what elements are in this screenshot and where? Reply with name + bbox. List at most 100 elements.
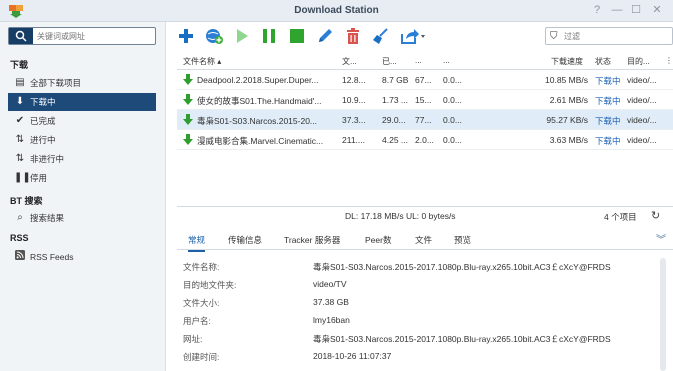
share-icon[interactable] — [400, 27, 426, 45]
tab-tracker[interactable]: Tracker 服务器 — [284, 234, 340, 246]
detail-row: 创建时间: 2018-10-26 11:07:37 — [177, 348, 657, 366]
clear-icon[interactable] — [372, 27, 390, 45]
resume-icon[interactable] — [233, 27, 251, 45]
column-header-speed[interactable]: 下载速度 — [551, 56, 583, 67]
column-header-destination[interactable]: 目的... — [627, 56, 650, 67]
checkmark-icon: ✔ — [15, 115, 25, 126]
search-icon: ⌕ — [17, 212, 23, 223]
detail-scrollbar[interactable] — [660, 258, 666, 371]
add-icon[interactable] — [177, 27, 195, 45]
detail-row: 网址: 毒枭S01-S03.Narcos.2015-2017.1080p.Blu… — [177, 330, 657, 348]
filter-box: ⛉ — [545, 27, 673, 45]
column-header-downloaded[interactable]: 已... — [382, 56, 397, 67]
tab-preview[interactable]: 预览 — [454, 234, 471, 246]
tab-files[interactable]: 文件 — [415, 234, 432, 246]
cell-status: 下载中 — [595, 116, 621, 126]
sidebar-item-label: 进行中 — [30, 135, 56, 145]
detail-value: 毒枭S01-S03.Narcos.2015-2017.1080p.Blu-ray… — [313, 334, 611, 344]
column-menu-icon[interactable]: ⋮ — [665, 56, 673, 65]
detail-key: 文件大小: — [183, 298, 220, 308]
detail-value: video/TV — [313, 279, 347, 289]
detail-value: lmy16ban — [313, 315, 350, 325]
minimize-icon[interactable]: — — [611, 4, 623, 16]
pause-icon[interactable] — [260, 27, 278, 45]
cell-status: 下载中 — [595, 76, 621, 86]
tab-transfer[interactable]: 传输信息 — [228, 234, 262, 246]
cell-speed: 2.61 MB/s — [549, 95, 588, 105]
download-arrow-icon — [183, 134, 193, 145]
edit-icon[interactable] — [316, 27, 334, 45]
stop-icon[interactable] — [288, 27, 306, 45]
search-input[interactable] — [37, 30, 153, 42]
tab-general[interactable]: 常规 — [188, 234, 206, 252]
download-arrow-icon — [183, 114, 193, 125]
cell-size: 37.3... — [342, 115, 366, 125]
status-bar: DL: 17.18 MB/s UL: 0 bytes/s 4 个项目 ↻ — [177, 206, 673, 224]
sidebar-item-inactive[interactable]: ⇅ 非进行中 — [8, 150, 156, 168]
cell-downloaded: 1.73 ... — [382, 95, 408, 105]
section-header-bt-search: BT 搜索 — [10, 196, 43, 206]
search-icon — [15, 30, 27, 42]
delete-icon[interactable] — [344, 27, 362, 45]
sidebar-item-rss-feeds[interactable]: RSS Feeds — [8, 248, 156, 266]
sidebar-item-completed[interactable]: ✔ 已完成 — [8, 112, 156, 130]
sidebar-item-label: 已完成 — [30, 116, 56, 126]
section-header-download: 下载 — [10, 60, 29, 70]
column-header-size[interactable]: 文... — [342, 56, 357, 67]
detail-key: 用户名: — [183, 316, 211, 326]
column-header-progress[interactable]: ... — [415, 56, 422, 65]
filter-icon: ⛉ — [550, 31, 558, 42]
sidebar-item-search-results[interactable]: ⌕ 搜索结果 — [8, 209, 156, 227]
close-icon[interactable]: ✕ — [651, 4, 663, 16]
column-header-status[interactable]: 状态 — [595, 56, 611, 67]
help-icon[interactable]: ? — [591, 4, 603, 16]
sidebar-item-label: 搜索结果 — [30, 213, 65, 223]
sidebar: 下载 ▤ 全部下载项目 ⬇ 下载中 ✔ 已完成 ⇅ 进行中 ⇅ 非进行中 ❚❚ … — [0, 22, 166, 371]
column-header-upload[interactable]: ... — [443, 56, 450, 65]
window-title: Download Station — [294, 5, 379, 16]
cell-status: 下载中 — [595, 96, 621, 106]
cell-downloaded: 29.0... — [382, 115, 406, 125]
cell-filename: Deadpool.2.2018.Super.Duper... — [197, 75, 319, 85]
cell-progress: 2.0... — [415, 135, 434, 145]
sidebar-item-active[interactable]: ⇅ 进行中 — [8, 131, 156, 149]
table-row[interactable]: 使女的故事S01.The.Handmaid'... 10.9... 1.73 .… — [177, 90, 673, 110]
filter-input[interactable] — [564, 30, 664, 42]
table-row[interactable]: Deadpool.2.2018.Super.Duper... 12.8... 8… — [177, 70, 673, 90]
cell-size: 211.... — [342, 135, 365, 145]
cell-status: 下载中 — [595, 136, 621, 146]
cell-destination: video/... — [627, 115, 657, 125]
cell-progress: 67... — [415, 75, 432, 85]
cell-upload: 0.0... — [443, 75, 462, 85]
maximize-icon[interactable]: ☐ — [630, 4, 642, 16]
detail-row: 文件名称: 毒枭S01-S03.Narcos.2015-2017.1080p.B… — [177, 258, 657, 276]
detail-value: 毒枭S01-S03.Narcos.2015-2017.1080p.Blu-ray… — [313, 262, 611, 272]
column-header-filename[interactable]: 文件名称 ▴ — [183, 56, 221, 67]
collapse-chevron-icon[interactable]: ︾ — [656, 231, 666, 246]
tab-peers[interactable]: Peer数 — [365, 234, 391, 246]
table-row[interactable]: 漫威电影合集.Marvel.Cinematic... 211.... 4.25 … — [177, 130, 673, 150]
sidebar-item-label: 停用 — [30, 173, 48, 183]
download-arrow-icon — [183, 94, 193, 105]
inactive-icon: ⇅ — [15, 153, 25, 164]
table-row-selected[interactable]: 毒枭S01-S03.Narcos.2015-20... 37.3... 29.0… — [177, 110, 673, 130]
sidebar-item-all-downloads[interactable]: ▤ 全部下载项目 — [8, 74, 156, 92]
cell-downloaded: 4.25 ... — [382, 135, 408, 145]
add-url-icon[interactable] — [205, 27, 223, 45]
cell-speed: 10.85 MB/s — [545, 75, 588, 85]
detail-key: 网址: — [183, 334, 203, 344]
all-downloads-icon: ▤ — [15, 77, 25, 88]
download-arrow-icon — [183, 74, 193, 85]
detail-key: 创建时间: — [183, 352, 220, 362]
cell-destination: video/... — [627, 95, 657, 105]
cell-upload: 0.0... — [443, 135, 462, 145]
search-button[interactable] — [9, 28, 33, 44]
sidebar-item-label: 全部下载项目 — [30, 78, 82, 88]
title-bar: Download Station ? — ☐ ✕ — [0, 0, 673, 22]
section-header-rss: RSS — [10, 233, 29, 243]
cell-size: 10.9... — [342, 95, 366, 105]
sidebar-item-downloading[interactable]: ⬇ 下载中 — [8, 93, 156, 111]
detail-value: 2018-10-26 11:07:37 — [313, 351, 392, 361]
refresh-icon[interactable]: ↻ — [651, 209, 660, 222]
sidebar-item-stopped[interactable]: ❚❚ 停用 — [8, 169, 156, 187]
